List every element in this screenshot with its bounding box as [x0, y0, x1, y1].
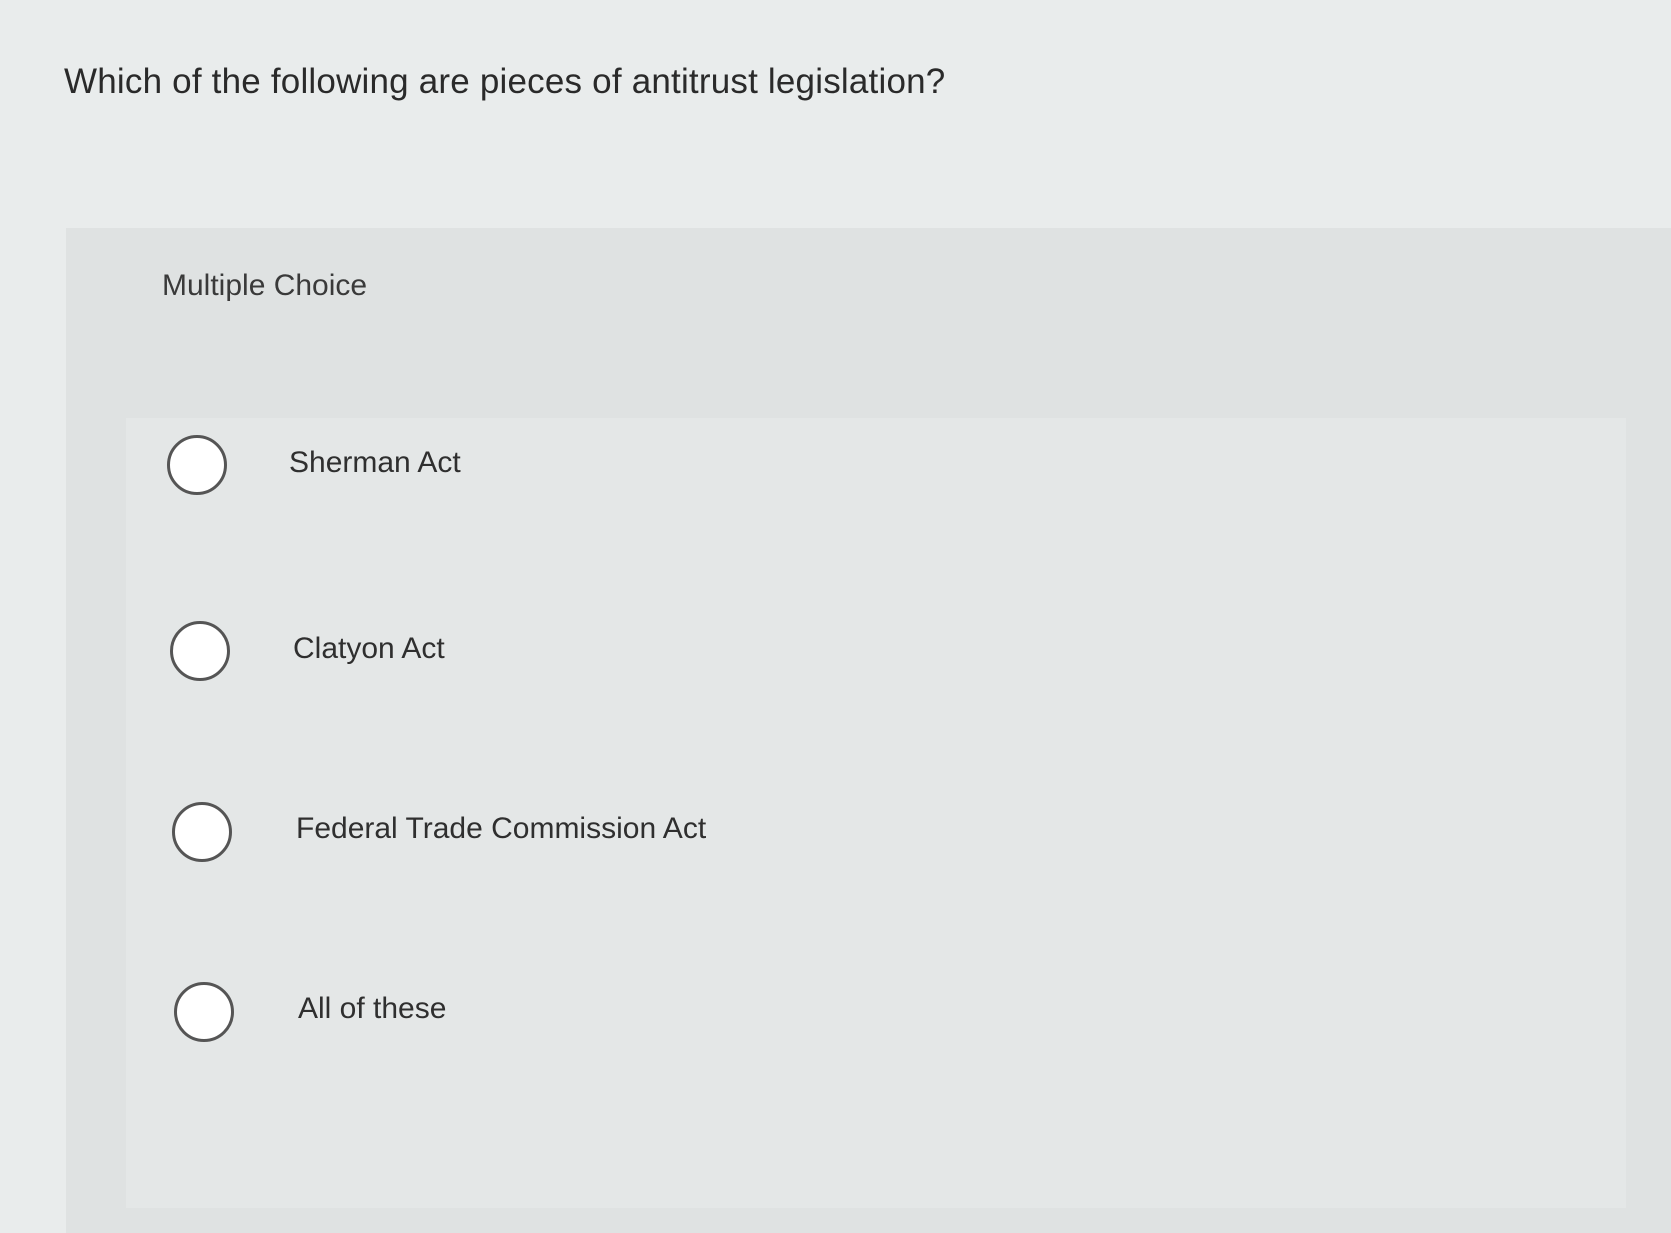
radio-button[interactable] — [172, 802, 232, 862]
answer-option-label[interactable]: Federal Trade Commission Act — [296, 812, 706, 846]
radio-button[interactable] — [170, 621, 230, 681]
answer-option[interactable]: Sherman Act — [126, 418, 1626, 588]
question-type-label: Multiple Choice — [162, 269, 368, 302]
answer-option[interactable]: Federal Trade Commission Act — [126, 798, 1626, 968]
radio-button[interactable] — [167, 435, 227, 495]
answer-option-label[interactable]: All of these — [298, 992, 446, 1026]
question-text: Which of the following are pieces of ant… — [64, 62, 946, 101]
answer-option-label[interactable]: Sherman Act — [289, 446, 461, 480]
multiple-choice-card: Multiple Choice Sherman Act Clatyon Act … — [66, 228, 1671, 1233]
answer-option-label[interactable]: Clatyon Act — [293, 632, 445, 666]
answer-option[interactable]: Clatyon Act — [126, 608, 1626, 778]
answer-option[interactable]: All of these — [126, 978, 1626, 1148]
radio-button[interactable] — [174, 982, 234, 1042]
answer-options-list: Sherman Act Clatyon Act Federal Trade Co… — [126, 418, 1626, 1208]
